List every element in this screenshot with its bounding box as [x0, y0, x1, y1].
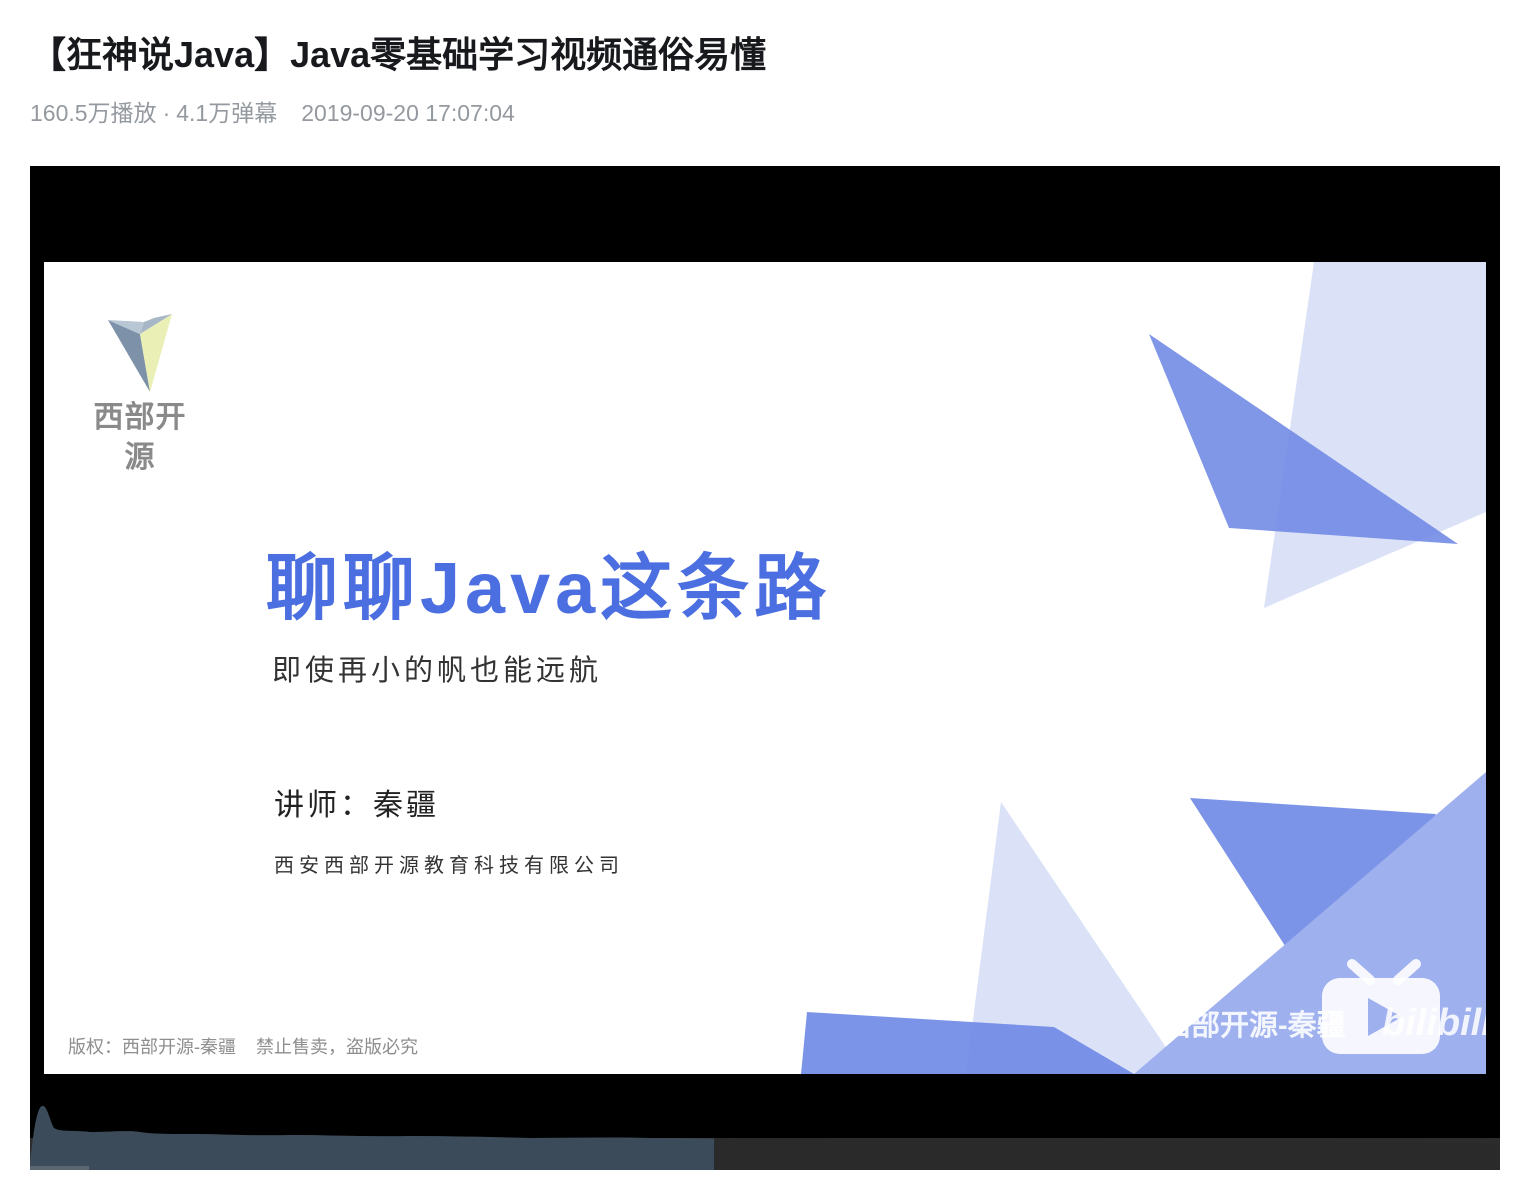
copyright-owner: 版权：西部开源-秦疆 — [68, 1037, 236, 1057]
slide-tagline: 即使再小的帆也能远航 — [272, 653, 603, 687]
logo-icon — [108, 314, 172, 392]
page: 【狂神说Java】Java零基础学习视频通俗易懂 160.5万播放 · 4.1万弹幕… — [0, 0, 1522, 1180]
video-title[interactable]: 【狂神说Java】Java零基础学习视频通俗易懂 — [30, 30, 766, 80]
video-meta: 160.5万播放 · 4.1万弹幕 2019-09-20 17:07:04 — [30, 96, 515, 130]
company-name: 西安西部开源教育科技有限公司 — [274, 853, 624, 877]
meta-separator: · — [162, 100, 171, 126]
video-player[interactable]: 西部开源 聊聊Java这条路 即使再小的帆也能远航 讲师：秦疆 西安西部开源教育… — [30, 166, 1500, 1170]
publish-date: 2019-09-20 17:07:04 — [301, 100, 515, 126]
video-frame[interactable]: 西部开源 聊聊Java这条路 即使再小的帆也能远航 讲师：秦疆 西安西部开源教育… — [44, 262, 1486, 1074]
view-count: 160.5万播放 — [30, 100, 157, 126]
progress-heatmap[interactable] — [30, 1100, 1500, 1170]
copyright-warning: 禁止售卖，盗版必究 — [256, 1037, 418, 1057]
bilibili-watermark: bilibili — [1382, 1002, 1486, 1044]
company-logo: 西部开源 — [80, 312, 200, 478]
progress-played-bar — [30, 1166, 89, 1170]
danmaku-count: 4.1万弹幕 — [176, 100, 278, 126]
uploader-watermark: 西部开源-秦疆 — [1162, 1010, 1346, 1042]
logo-text: 西部开源 — [93, 401, 187, 474]
slide-headline: 聊聊Java这条路 — [266, 549, 832, 629]
decorative-triangles — [801, 262, 1486, 1074]
lecturer-name: 讲师：秦疆 — [274, 788, 439, 823]
copyright-notice: 版权：西部开源-秦疆 禁止售卖，盗版必究 — [68, 1034, 418, 1060]
